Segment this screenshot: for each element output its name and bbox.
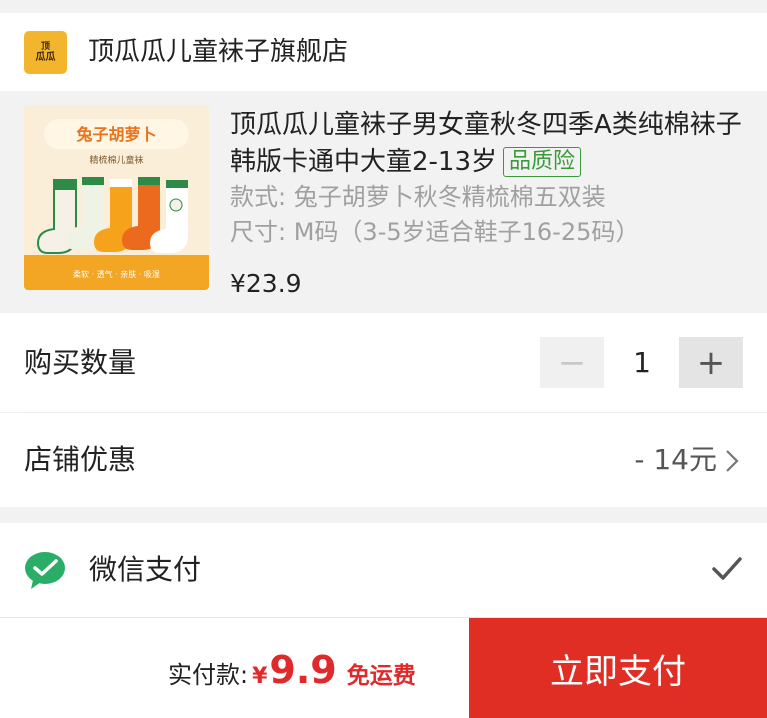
checkmark-icon[interactable] xyxy=(710,554,744,584)
free-shipping-label: 免运费 xyxy=(346,663,416,689)
quantity-increase-button[interactable]: + xyxy=(679,337,743,388)
product-card[interactable]: 兔子胡萝卜 精梳棉儿童袜 柔软 · 透气 · 亲肤 · 吸湿 顶瓜瓜儿童袜子男女… xyxy=(0,91,767,313)
quantity-label: 购买数量 xyxy=(24,346,137,379)
quantity-value[interactable]: 1 xyxy=(612,337,672,388)
shop-header[interactable]: 顶 瓜瓜 顶瓜瓜儿童袜子旗舰店 xyxy=(0,13,767,91)
total-summary: 实付款: ¥9.9 免运费 xyxy=(168,648,416,700)
shop-logo-line2: 瓜瓜 xyxy=(35,51,56,63)
image-subtitle: 精梳棉儿童袜 xyxy=(89,154,143,166)
quality-insurance-badge: 品质险 xyxy=(503,147,582,177)
quantity-row: 购买数量 − 1 + xyxy=(0,313,767,412)
shop-discount-label: 店铺优惠 xyxy=(24,443,137,476)
section-spacer xyxy=(0,507,767,523)
chevron-right-icon xyxy=(726,450,739,472)
quantity-decrease-button[interactable]: − xyxy=(540,337,604,388)
shop-logo-line1: 顶 xyxy=(40,41,50,52)
product-image-art: 兔子胡萝卜 精梳棉儿童袜 柔软 · 透气 · 亲肤 · 吸湿 xyxy=(24,105,209,290)
shop-discount-row[interactable]: 店铺优惠 - 14元 xyxy=(0,413,767,507)
checkout-bar: 实付款: ¥9.9 免运费 立即支付 xyxy=(0,617,767,718)
product-style: 款式: 兔子胡萝卜秋冬精梳棉五双装 xyxy=(230,183,606,211)
payment-method-label: 微信支付 xyxy=(89,553,202,586)
shop-name[interactable]: 顶瓜瓜儿童袜子旗舰店 xyxy=(88,35,348,69)
product-image[interactable]: 兔子胡萝卜 精梳棉儿童袜 柔软 · 透气 · 亲肤 · 吸湿 xyxy=(24,105,209,290)
payment-method-row[interactable]: 微信支付 xyxy=(0,523,767,617)
product-size: 尺寸: M码（3-5岁适合鞋子16-25码） xyxy=(230,218,640,246)
product-price: ¥23.9 xyxy=(230,269,302,298)
image-footer: 柔软 · 透气 · 亲肤 · 吸湿 xyxy=(73,269,160,279)
product-title-text: 顶瓜瓜儿童袜子男女童秋冬四季A类纯棉袜子韩版卡通中大童2-13岁 xyxy=(230,110,742,177)
currency-symbol: ¥ xyxy=(252,664,268,689)
image-title: 兔子胡萝卜 xyxy=(75,125,156,144)
total-label: 实付款: xyxy=(168,661,249,689)
total-amount: 9.9 xyxy=(269,648,337,692)
shop-logo: 顶 瓜瓜 xyxy=(24,31,67,74)
pay-now-button[interactable]: 立即支付 xyxy=(469,618,767,718)
shop-discount-value: - 14元 xyxy=(634,443,717,476)
product-title[interactable]: 顶瓜瓜儿童袜子男女童秋冬四季A类纯棉袜子韩版卡通中大童2-13岁 品质险 xyxy=(230,107,750,181)
wechat-pay-icon xyxy=(25,552,65,589)
top-spacer xyxy=(0,0,767,13)
